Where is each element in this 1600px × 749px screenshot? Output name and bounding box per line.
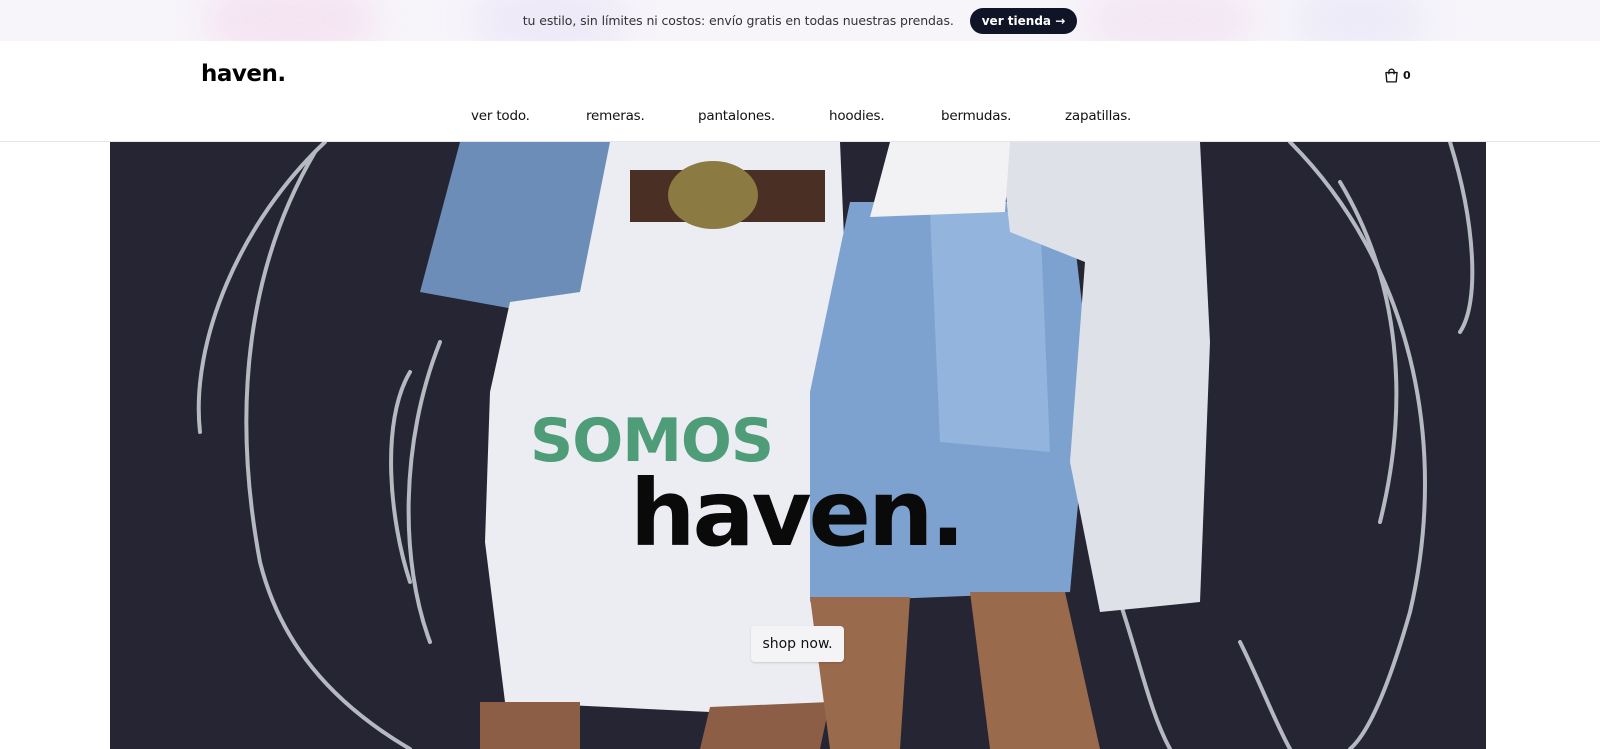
shop-now-button[interactable]: shop now.: [751, 626, 844, 662]
nav-item-hoodies[interactable]: hoodies.: [829, 108, 885, 124]
shopping-bag-icon: [1385, 68, 1398, 83]
hero-title-haven: haven.: [630, 460, 965, 567]
cart-button[interactable]: 0: [1383, 67, 1411, 84]
nav-item-pantalones[interactable]: pantalones.: [698, 108, 775, 124]
nav-item-zapatillas[interactable]: zapatillas.: [1065, 108, 1131, 124]
announcement-text: tu estilo, sin límites ni costos: envío …: [522, 13, 954, 28]
nav-item-remeras[interactable]: remeras.: [586, 108, 645, 124]
nav-item-ver-todo[interactable]: ver todo.: [471, 108, 530, 124]
site-header: haven. 0 ver todo. remeras. pantalones. …: [0, 41, 1600, 142]
ver-tienda-button[interactable]: ver tienda →: [969, 7, 1078, 34]
announcement-bar: tu estilo, sin límites ni costos: envío …: [0, 0, 1600, 41]
logo[interactable]: haven.: [201, 61, 286, 87]
main-nav: ver todo. remeras. pantalones. hoodies. …: [0, 108, 1600, 136]
nav-item-bermudas[interactable]: bermudas.: [941, 108, 1011, 124]
cart-count: 0: [1403, 69, 1411, 82]
hero-banner: SOMOS haven. shop now.: [110, 142, 1486, 749]
